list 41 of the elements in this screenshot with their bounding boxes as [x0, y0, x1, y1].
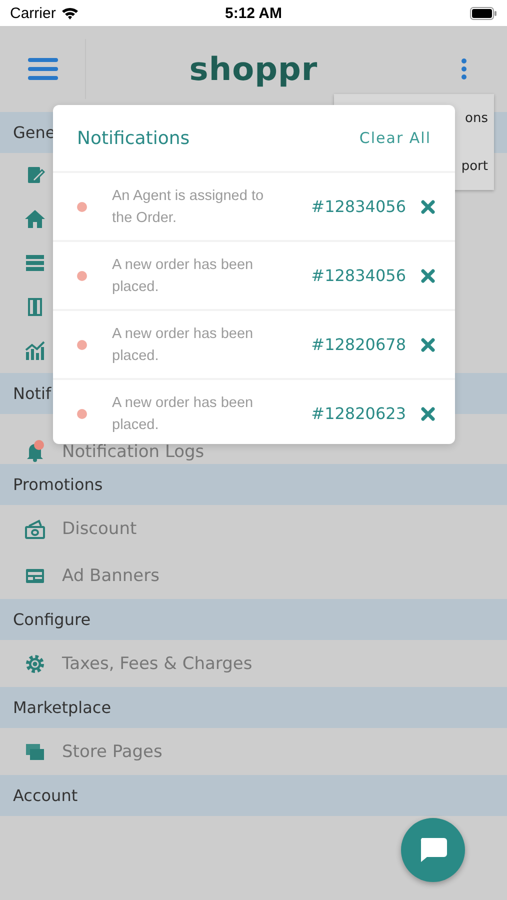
- close-button[interactable]: [420, 406, 436, 422]
- carrier-name: Carrier: [10, 4, 56, 22]
- logo: shoppr: [188, 50, 319, 88]
- menu-item[interactable]: ons: [465, 110, 488, 126]
- more-icon: [461, 58, 467, 80]
- close-button[interactable]: [420, 198, 436, 214]
- menu-item[interactable]: Store Pages: [62, 742, 162, 762]
- menu-item[interactable]: Ad Banners: [62, 566, 160, 586]
- bar-chart-icon: [24, 340, 46, 362]
- chat-button[interactable]: [401, 818, 465, 882]
- menu-item[interactable]: Discount: [62, 518, 137, 538]
- close-button[interactable]: [420, 336, 436, 352]
- close-icon: [420, 198, 436, 214]
- notification-message: A new order has been placed.: [112, 324, 254, 366]
- money-icon: [24, 518, 46, 540]
- clear-all-button[interactable]: Clear All: [359, 129, 431, 147]
- close-button[interactable]: [420, 268, 436, 284]
- gear-icon: [24, 652, 46, 674]
- menu-icon: [28, 57, 58, 81]
- menu-item[interactable]: port: [461, 158, 488, 174]
- section-header: Promotions: [0, 464, 507, 505]
- notification-message: An Agent is assigned to the Order.: [112, 186, 265, 228]
- close-icon: [420, 268, 436, 284]
- menu-item[interactable]: Notification Logs: [62, 442, 204, 462]
- section-header: Configure: [0, 599, 507, 640]
- order-link[interactable]: #12834056: [294, 197, 406, 216]
- close-icon: [420, 336, 436, 352]
- close-icon: [420, 406, 436, 422]
- order-link[interactable]: #12820678: [294, 335, 406, 354]
- wifi-icon: [60, 6, 79, 20]
- order-link[interactable]: #12834056: [294, 266, 406, 285]
- menu-item[interactable]: Taxes, Fees & Charges: [62, 654, 252, 674]
- section-header: Marketplace: [0, 687, 507, 728]
- notification-message: A new order has been placed.: [112, 256, 254, 296]
- section-header: Account: [0, 775, 507, 816]
- clock-time: 5:12 AM: [224, 4, 283, 22]
- chat-icon: [418, 836, 448, 864]
- home-icon: [24, 208, 46, 230]
- battery-icon: [470, 6, 497, 20]
- popup-title: Notifications: [77, 128, 190, 148]
- server-icon: [24, 252, 46, 274]
